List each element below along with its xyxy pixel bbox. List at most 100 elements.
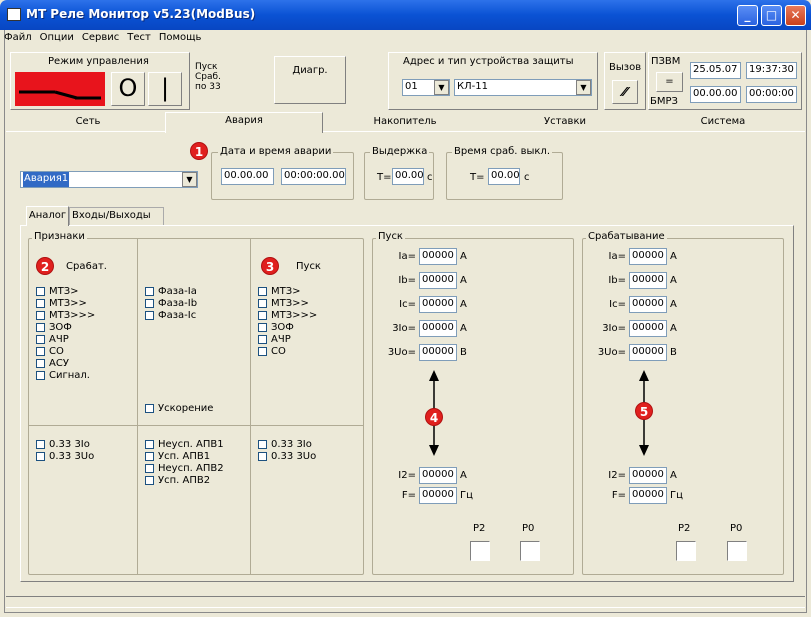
diag-button[interactable]: Диагр.: [274, 56, 346, 104]
tab-settings[interactable]: Уставки: [486, 114, 644, 131]
chevron-down-icon[interactable]: ▼: [434, 80, 449, 95]
device-type-select[interactable]: КЛ-11 ▼: [454, 79, 592, 96]
srab-checkbox-list: МТЗ> МТЗ>> МТЗ>>> ЗОФ АЧР СО АСУ Сигнал.: [36, 285, 95, 381]
checkbox[interactable]: [36, 286, 45, 296]
measure-unit: А: [670, 323, 677, 334]
checkbox[interactable]: [258, 298, 267, 308]
tab-alarm[interactable]: Авария: [165, 112, 323, 133]
measure-unit: А: [670, 299, 677, 310]
checkbox[interactable]: [145, 403, 154, 413]
badge-5: 5: [635, 402, 653, 420]
checkbox-label: АСУ: [49, 357, 69, 369]
measure-unit: Гц: [670, 490, 683, 501]
checkbox[interactable]: [36, 439, 45, 449]
tab-network[interactable]: Сеть: [8, 114, 168, 131]
menu-help[interactable]: Помощь: [159, 32, 202, 48]
checkbox-label: 0.33 3Uo: [49, 450, 95, 462]
measure-unit: В: [460, 347, 467, 358]
chevron-down-icon[interactable]: ▼: [576, 80, 591, 95]
hold-value: 00.00: [392, 168, 424, 185]
pusk-head: Пуск: [296, 261, 321, 272]
measure-value: 00000: [629, 248, 667, 265]
subtab-io[interactable]: Входы/Выходы: [72, 210, 151, 221]
call-button[interactable]: ⁄⁄: [612, 80, 638, 104]
checkbox-label: АЧР: [271, 333, 291, 345]
chevron-down-icon[interactable]: ▼: [182, 172, 197, 187]
menu-file[interactable]: Файл: [4, 32, 32, 48]
measure-label: Ic=: [399, 299, 416, 310]
measure-unit: А: [460, 323, 467, 334]
checkbox[interactable]: [145, 310, 154, 320]
checkbox-label: СО: [49, 345, 64, 357]
checkbox-label: Ускорение: [158, 402, 214, 414]
checkbox[interactable]: [36, 451, 45, 461]
checkbox-label: Фаза-Ic: [158, 309, 197, 321]
tab-storage[interactable]: Накопитель: [324, 114, 486, 131]
measure-label: 3Uo=: [597, 347, 626, 358]
checkbox[interactable]: [258, 451, 267, 461]
checkbox[interactable]: [145, 451, 154, 461]
measure-unit: А: [460, 275, 467, 286]
checkbox[interactable]: [145, 463, 154, 473]
p2-label: P2: [678, 523, 691, 534]
address-select[interactable]: 01 ▼: [402, 79, 450, 96]
call-label: Вызов: [609, 62, 642, 73]
checkbox[interactable]: [258, 322, 267, 332]
app-icon[interactable]: [7, 8, 21, 21]
alarm-select[interactable]: Авария1 ▼: [20, 171, 198, 188]
measure-unit: В: [670, 347, 677, 358]
checkbox[interactable]: [145, 298, 154, 308]
checkbox[interactable]: [145, 286, 154, 296]
on-button[interactable]: |: [148, 72, 182, 106]
checkbox[interactable]: [36, 334, 45, 344]
measure-label: 3Io=: [392, 323, 416, 334]
measure-value: 00000: [419, 320, 457, 337]
checkbox[interactable]: [145, 475, 154, 485]
checkbox[interactable]: [258, 310, 267, 320]
measure-label: F=: [401, 490, 416, 501]
checkbox[interactable]: [258, 346, 267, 356]
subtab-analog[interactable]: Аналог: [26, 206, 69, 226]
alarm-select-value: Авария1: [23, 172, 70, 187]
sync-button[interactable]: =: [656, 72, 683, 92]
checkbox[interactable]: [258, 439, 267, 449]
menu-options[interactable]: Опции: [40, 32, 74, 48]
checkbox[interactable]: [36, 310, 45, 320]
measure-label: Ic=: [609, 299, 626, 310]
measure-label: I2=: [398, 470, 416, 481]
checkbox-label: АЧР: [49, 333, 69, 345]
pc-time: 19:37:30: [746, 62, 797, 79]
checkbox-label: Фаза-Ib: [158, 297, 198, 309]
off-button[interactable]: O: [111, 72, 145, 106]
badge-2: 2: [36, 257, 54, 275]
checkbox[interactable]: [258, 286, 267, 296]
signs-divider-v1: [137, 238, 138, 575]
checkbox[interactable]: [36, 370, 45, 380]
trip-unit: c: [524, 172, 530, 183]
p0-indicator: [727, 541, 747, 561]
control-mode-label: Режим управления: [48, 56, 149, 67]
menu-test[interactable]: Тест: [127, 32, 151, 48]
checkbox[interactable]: [36, 322, 45, 332]
measure-label: Iа=: [608, 251, 626, 262]
signs-title: Признаки: [32, 231, 87, 242]
checkbox[interactable]: [36, 358, 45, 368]
maximize-button[interactable]: □: [761, 5, 782, 26]
minimize-button[interactable]: _: [737, 5, 758, 26]
measure-label: Ib=: [608, 275, 626, 286]
close-button[interactable]: ✕: [785, 5, 806, 26]
checkbox-label: Неусп. АПВ1: [158, 438, 224, 450]
tab-system[interactable]: Система: [644, 114, 802, 131]
menu-service[interactable]: Сервис: [82, 32, 119, 48]
measure-value: 00000: [629, 487, 667, 504]
measure-value: 00000: [629, 320, 667, 337]
signs-divider-v2: [250, 238, 251, 575]
status-bar: [6, 596, 805, 608]
checkbox[interactable]: [36, 346, 45, 356]
measure-value: 00000: [629, 344, 667, 361]
trip-time-title: Время сраб. выкл.: [452, 146, 552, 157]
checkbox-label: ЗОФ: [271, 321, 294, 333]
checkbox[interactable]: [258, 334, 267, 344]
checkbox[interactable]: [36, 298, 45, 308]
checkbox[interactable]: [145, 439, 154, 449]
